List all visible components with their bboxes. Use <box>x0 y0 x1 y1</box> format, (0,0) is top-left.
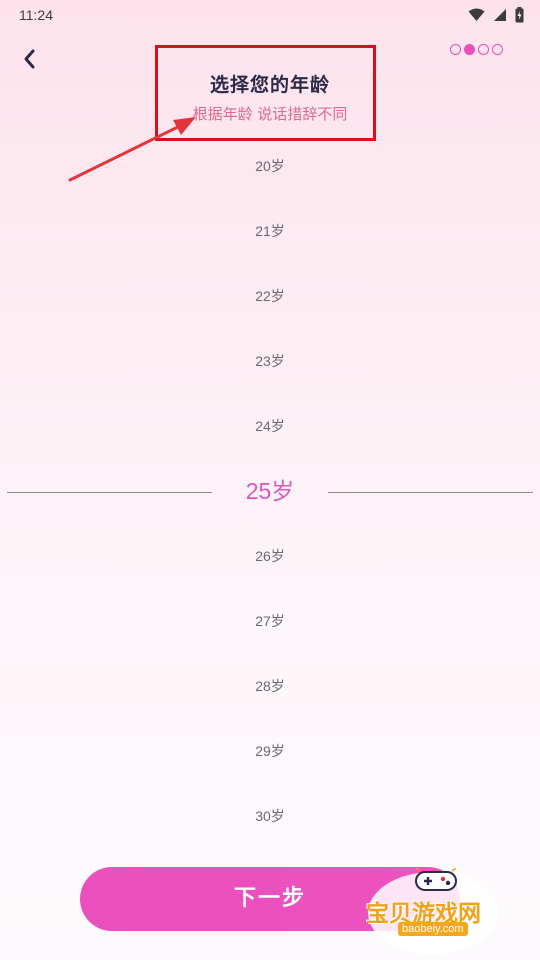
age-option[interactable]: 22岁 <box>0 264 540 329</box>
watermark-logo: 宝贝游戏网 baobeiy.com <box>362 862 512 957</box>
chevron-left-icon <box>24 49 35 69</box>
status-bar: 11:24 <box>0 0 540 32</box>
status-time: 11:24 <box>19 7 53 23</box>
step-dot <box>492 44 503 55</box>
step-dot <box>450 44 461 55</box>
gamepad-icon <box>415 868 457 891</box>
step-dot-current <box>464 44 475 55</box>
age-option[interactable]: 28岁 <box>0 654 540 719</box>
age-option[interactable]: 30岁 <box>0 784 540 849</box>
age-option[interactable]: 24岁 <box>0 394 540 459</box>
cell-signal-icon <box>494 9 506 21</box>
age-option[interactable]: 21岁 <box>0 199 540 264</box>
age-option[interactable]: 20岁 <box>0 134 540 199</box>
step-progress-indicator <box>450 44 503 55</box>
status-icons <box>468 7 524 23</box>
wifi-icon <box>468 8 485 21</box>
age-option[interactable]: 29岁 <box>0 719 540 784</box>
selection-divider-right <box>328 492 533 493</box>
back-button[interactable] <box>18 46 42 72</box>
age-option[interactable]: 23岁 <box>0 329 540 394</box>
step-dot <box>478 44 489 55</box>
age-option[interactable]: 27岁 <box>0 589 540 654</box>
battery-icon <box>515 7 524 23</box>
age-option[interactable]: 26岁 <box>0 524 540 589</box>
selection-divider-left <box>7 492 212 493</box>
watermark-url: baobeiy.com <box>398 922 468 936</box>
